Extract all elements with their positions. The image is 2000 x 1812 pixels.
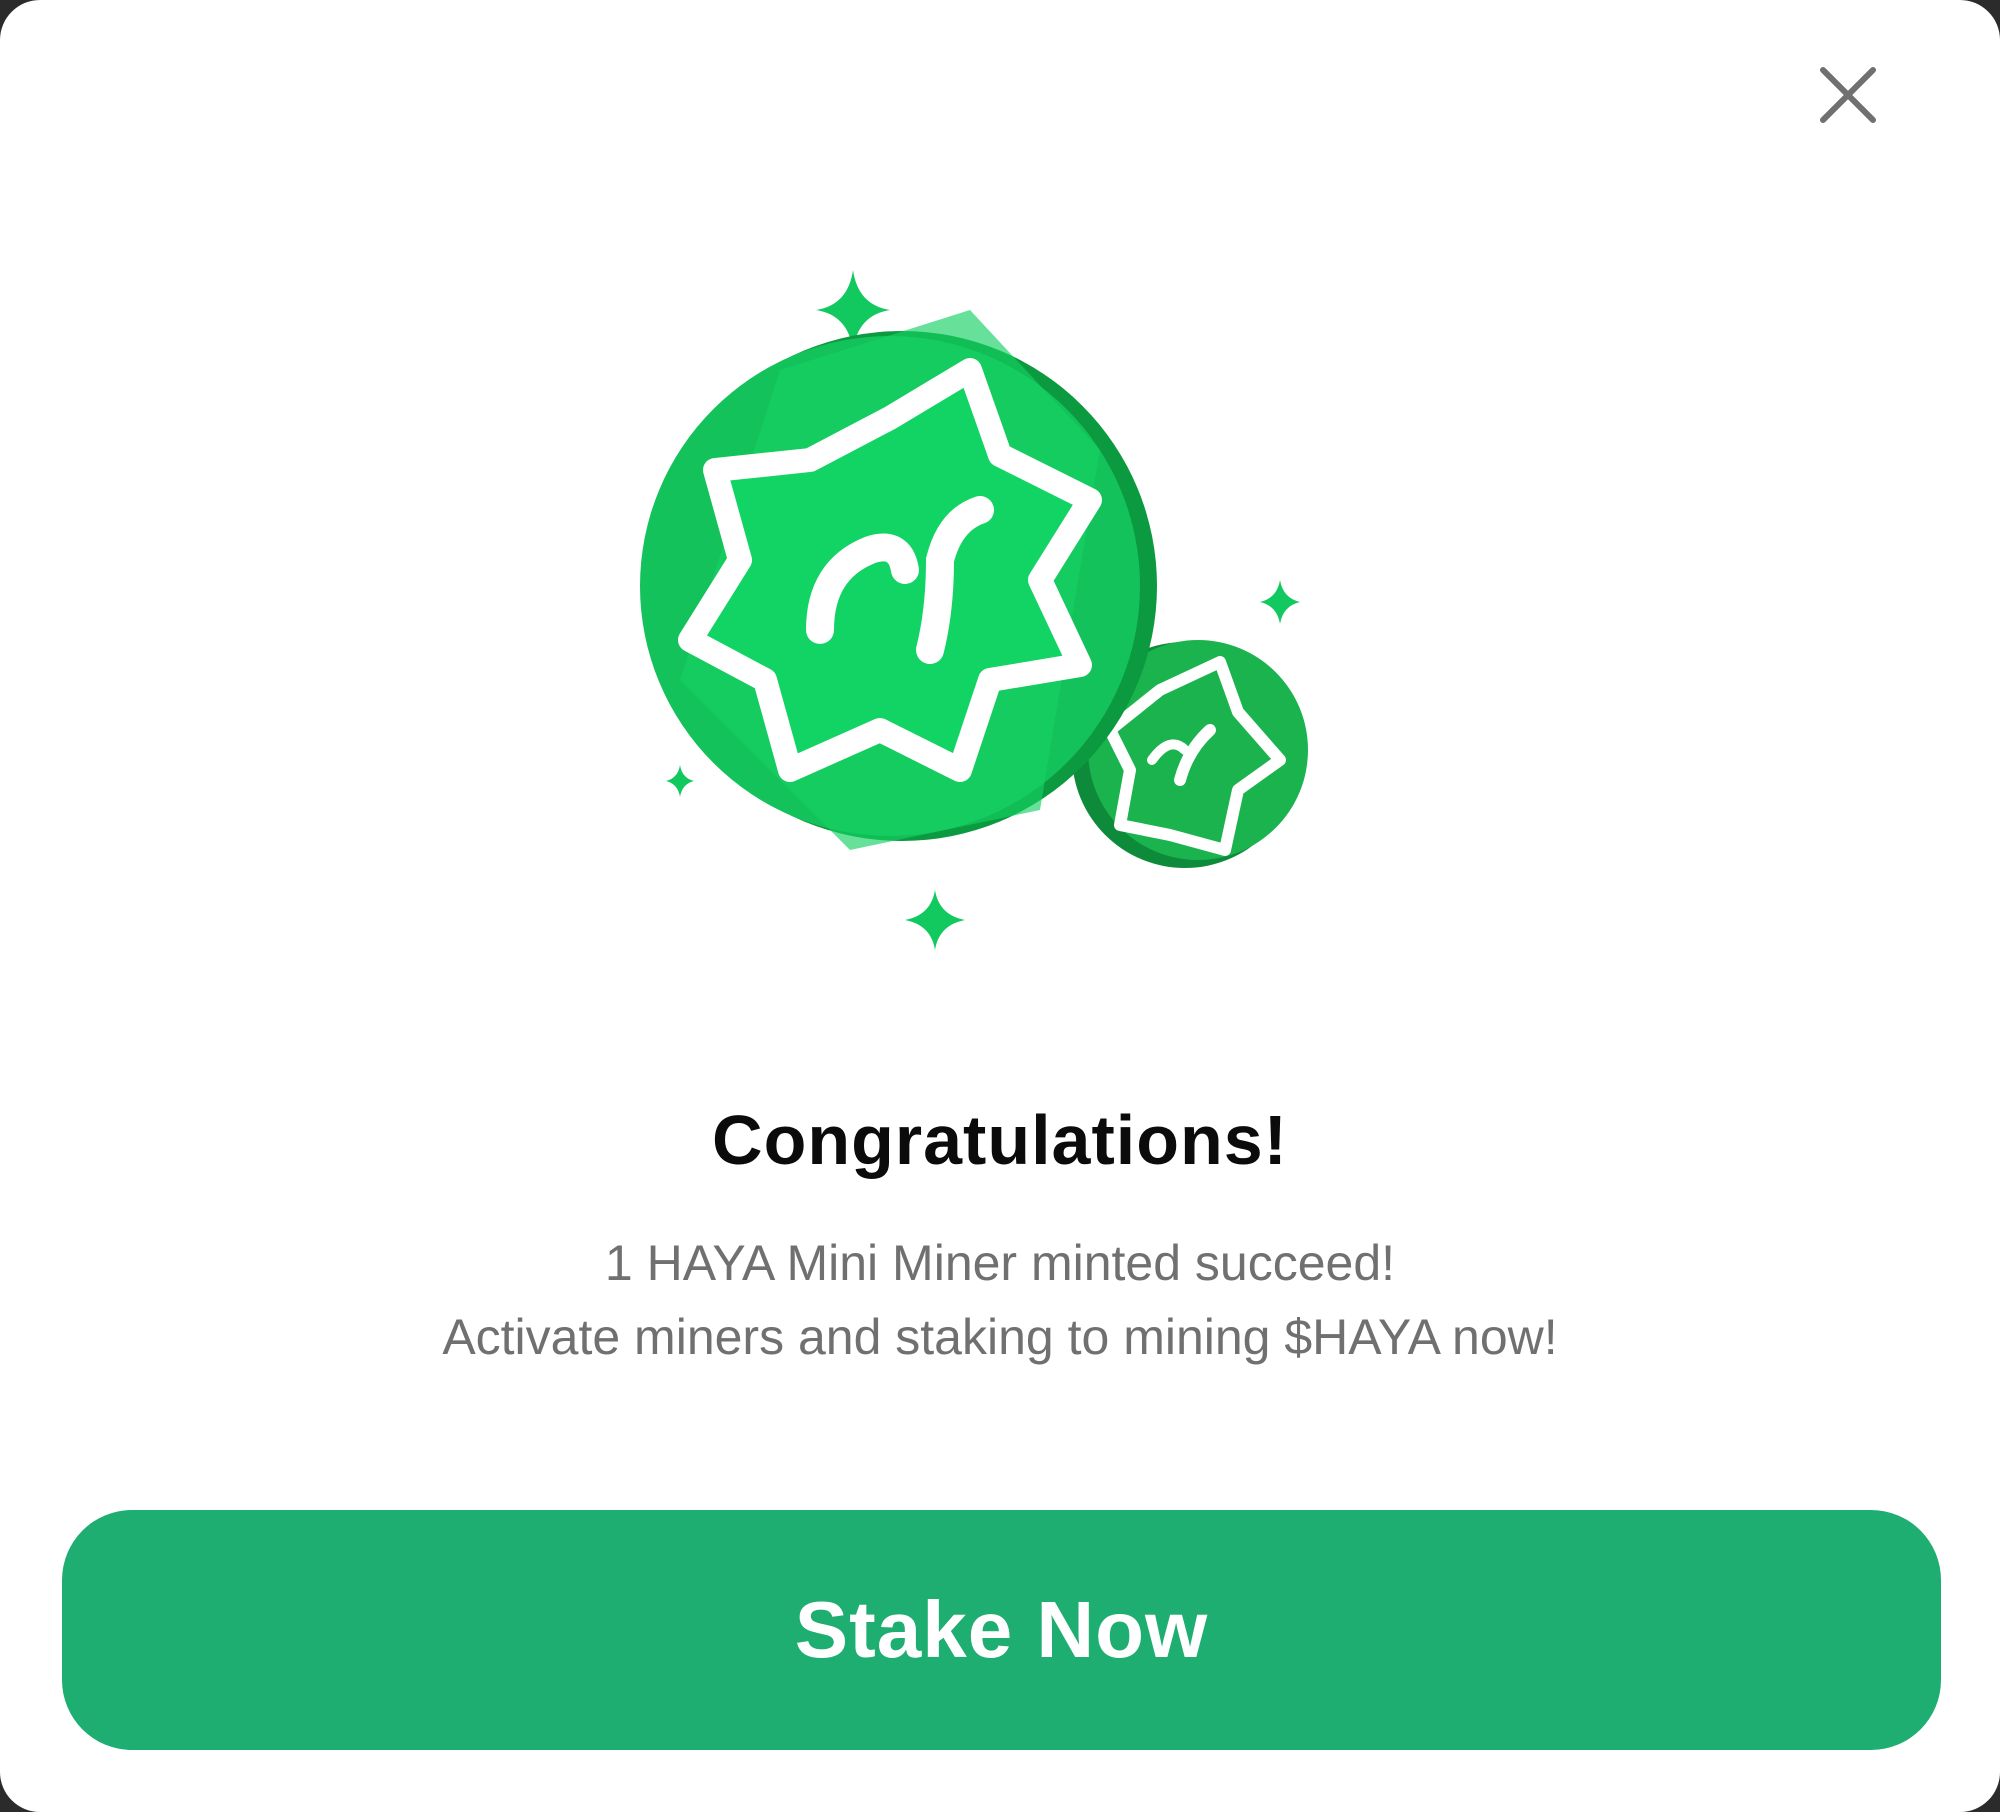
close-icon	[1820, 67, 1876, 123]
dialog-message-line2: Activate miners and staking to mining $H…	[442, 1309, 1558, 1365]
sparkle-icon	[1260, 580, 1300, 624]
sparkle-icon	[666, 765, 694, 797]
success-dialog: Congratulations! 1 HAYA Mini Miner minte…	[0, 0, 2000, 1812]
haya-coins-illustration	[640, 270, 1308, 950]
dialog-message-line1: 1 HAYA Mini Miner minted succeed!	[604, 1235, 1396, 1291]
sparkle-icon	[905, 890, 965, 950]
dialog-title: Congratulations!	[712, 1101, 1288, 1179]
big-coin	[640, 310, 1157, 850]
close-button[interactable]	[1815, 62, 1881, 128]
stake-now-button[interactable]: Stake Now	[62, 1510, 1941, 1750]
